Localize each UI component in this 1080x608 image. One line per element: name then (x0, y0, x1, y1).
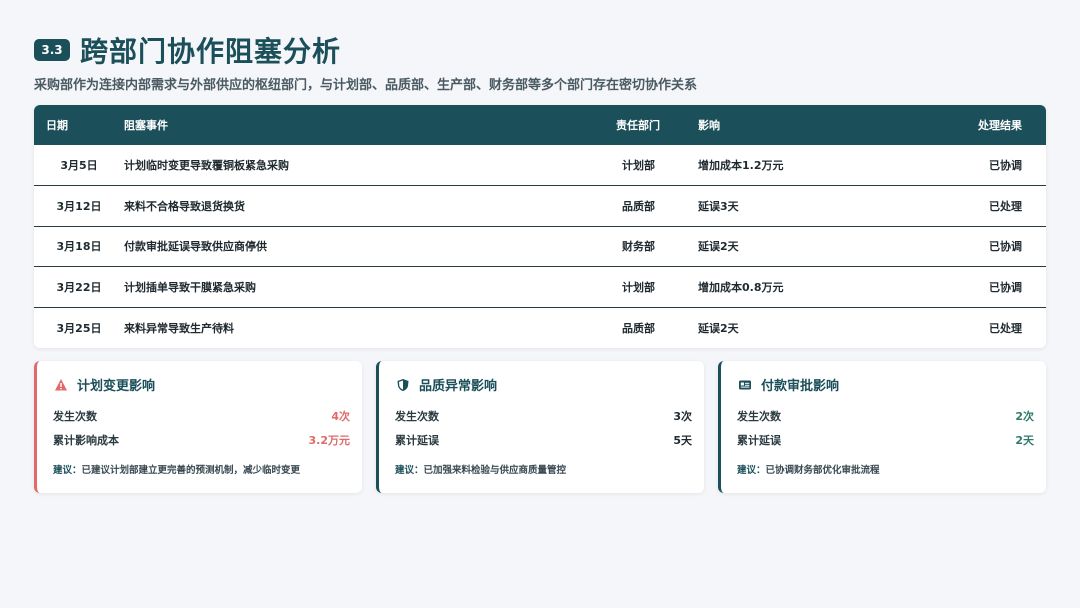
stat-row: 发生次数 4次 (53, 404, 350, 428)
stat-row: 累计延误 2天 (737, 428, 1034, 452)
stat-value: 2天 (1015, 434, 1034, 447)
col-date-header: 日期 (46, 119, 68, 132)
cell-dept: 品质部 (622, 321, 655, 335)
cell-event: 计划插单导致干膜紧急采购 (124, 280, 256, 294)
col-event-header: 阻塞事件 (124, 119, 168, 132)
cell-impact: 延误2天 (698, 240, 739, 254)
cell-date: 3月18日 (56, 240, 102, 254)
stat-value: 3次 (673, 410, 692, 423)
stat-value: 5天 (673, 434, 692, 447)
stat-row: 发生次数 3次 (395, 404, 692, 428)
page-title: 跨部门协作阻塞分析 (80, 35, 342, 68)
table-row: 3月22日 计划插单导致干膜紧急采购 计划部 增加成本0.8万元 已协调 (34, 267, 1046, 307)
table-header-row: 日期 阻塞事件 责任部门 影响 处理结果 (34, 105, 1046, 145)
page-header: 3.3 跨部门协作阻塞分析 (34, 30, 341, 70)
card-title: 付款审批影响 (761, 379, 840, 394)
cell-result: 已协调 (989, 240, 1022, 254)
advice-text: 建议：已建议计划部建立更完善的预测机制，减少临时变更 (53, 465, 301, 476)
cell-dept: 财务部 (622, 240, 655, 254)
cell-date: 3月12日 (56, 199, 102, 213)
cell-impact: 延误2天 (698, 321, 739, 335)
cell-date: 3月22日 (56, 280, 102, 294)
cell-dept: 计划部 (622, 159, 655, 172)
stat-label: 发生次数 (53, 410, 97, 423)
advice-text: 建议：已加强来料检验与供应商质量管控 (395, 465, 567, 476)
id-card-icon (737, 377, 753, 393)
card-title: 品质异常影响 (419, 379, 498, 394)
table-row: 3月18日 付款审批延误导致供应商停供 财务部 延误2天 已协调 (34, 226, 1046, 267)
table-row: 3月5日 计划临时变更导致覆铜板紧急采购 计划部 增加成本1.2万元 已协调 (34, 145, 1046, 186)
cell-event: 来料不合格导致退货换货 (124, 199, 245, 213)
stat-row: 累计延误 5天 (395, 428, 692, 452)
cell-event: 付款审批延误导致供应商停供 (124, 240, 267, 254)
stat-value: 3.2万元 (308, 434, 351, 447)
payment-approval-card: 付款审批影响 发生次数 2次 累计延误 2天 建议：已协调财务部优化审批流程 (718, 361, 1046, 493)
cell-impact: 增加成本0.8万元 (698, 280, 784, 294)
impact-cards: 计划变更影响 发生次数 4次 累计影响成本 3.2万元 建议：已建议计划部建立更… (34, 361, 1046, 493)
stat-label: 累计延误 (737, 434, 781, 447)
section-badge: 3.3 (34, 39, 70, 61)
stat-label: 累计影响成本 (53, 434, 119, 447)
stat-value: 2次 (1015, 410, 1034, 423)
plan-change-card: 计划变更影响 发生次数 4次 累计影响成本 3.2万元 建议：已建议计划部建立更… (34, 361, 362, 493)
cell-impact: 延误3天 (698, 199, 739, 213)
stat-row: 发生次数 2次 (737, 404, 1034, 428)
cell-event: 来料异常导致生产待料 (124, 321, 234, 335)
cell-result: 已协调 (989, 159, 1022, 172)
table-row: 3月25日 来料异常导致生产待料 品质部 延误2天 已处理 (34, 307, 1046, 348)
cell-result: 已协调 (989, 280, 1022, 294)
stat-label: 发生次数 (395, 410, 439, 423)
page-subtitle: 采购部作为连接内部需求与外部供应的枢纽部门，与计划部、品质部、生产部、财务部等多… (34, 78, 698, 93)
col-result-header: 处理结果 (978, 119, 1022, 132)
cell-dept: 品质部 (622, 199, 655, 213)
cell-dept: 计划部 (622, 280, 655, 294)
cell-date: 3月25日 (56, 321, 102, 335)
warning-icon (53, 377, 69, 393)
stat-label: 发生次数 (737, 410, 781, 423)
stat-row: 累计影响成本 3.2万元 (53, 428, 350, 452)
col-dept-header: 责任部门 (616, 119, 660, 132)
card-title: 计划变更影响 (77, 379, 156, 394)
cell-result: 已处理 (989, 321, 1022, 335)
blockage-table: 日期 阻塞事件 责任部门 影响 处理结果 3月5日 计划临时变更导致覆铜板紧急采… (34, 105, 1046, 348)
col-impact-header: 影响 (698, 119, 720, 132)
cell-result: 已处理 (989, 199, 1022, 213)
stat-value: 4次 (331, 410, 350, 423)
cell-event: 计划临时变更导致覆铜板紧急采购 (124, 159, 289, 172)
cell-impact: 增加成本1.2万元 (698, 159, 784, 172)
shield-icon (395, 377, 411, 393)
advice-text: 建议：已协调财务部优化审批流程 (737, 465, 880, 476)
cell-date: 3月5日 (60, 159, 98, 172)
table-row: 3月12日 来料不合格导致退货换货 品质部 延误3天 已处理 (34, 186, 1046, 226)
quality-issue-card: 品质异常影响 发生次数 3次 累计延误 5天 建议：已加强来料检验与供应商质量管… (376, 361, 704, 493)
stat-label: 累计延误 (395, 434, 439, 447)
